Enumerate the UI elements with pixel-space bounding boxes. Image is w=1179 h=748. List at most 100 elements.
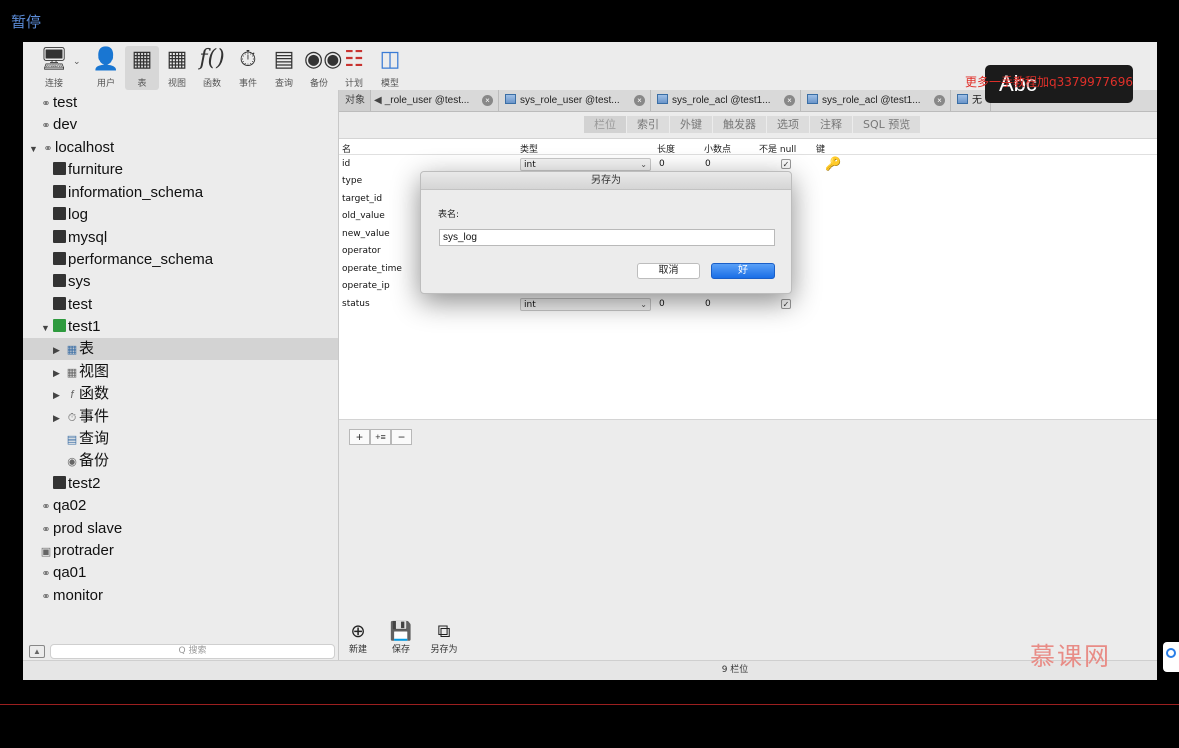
delete-field-button[interactable]: −	[391, 429, 412, 445]
close-tab-icon[interactable]: ×	[784, 95, 795, 106]
table-row[interactable]: status int ⌄ 0 0 ✓	[339, 296, 1157, 314]
tree-item-functions[interactable]: ▶ f 函数	[23, 383, 338, 405]
field-decimals[interactable]: 0	[705, 159, 711, 169]
tree-item-database[interactable]: log	[23, 204, 338, 226]
subtab-options[interactable]: 选项	[767, 116, 810, 133]
tree-item-connection[interactable]: ⚭ prod slave	[23, 518, 338, 540]
subtab-triggers[interactable]: 触发器	[713, 116, 767, 133]
disclosure-closed-icon[interactable]: ▶	[53, 407, 65, 429]
disclosure-closed-icon[interactable]: ▶	[53, 384, 65, 406]
tree-item-tables[interactable]: ▶ ▦ 表	[23, 338, 338, 360]
key-icon[interactable]: 🔑	[825, 157, 841, 172]
disclosure-open-icon[interactable]: ▼	[29, 138, 41, 160]
tree-item-connection[interactable]: ⚭ test	[23, 92, 338, 114]
field-type-select[interactable]: int ⌄	[520, 158, 651, 171]
subtab-fields[interactable]: 栏位	[584, 116, 627, 133]
tree-item-database[interactable]: ▼ test1	[23, 316, 338, 338]
column-header-not-null[interactable]: 不是 null	[759, 142, 796, 155]
tab-editor[interactable]: sys_role_acl @test1... ×	[801, 90, 951, 111]
tree-item-events[interactable]: ▶ ⏱ 事件	[23, 406, 338, 428]
field-length[interactable]: 0	[659, 159, 665, 169]
tab-objects[interactable]: 对象	[339, 90, 371, 111]
tree-item-connection[interactable]: ⚭ qa02	[23, 495, 338, 517]
ok-button[interactable]: 好	[711, 263, 775, 279]
field-name[interactable]: operator	[342, 246, 381, 256]
toolbar-query-button[interactable]: ▤ 查询	[267, 46, 301, 90]
disclosure-closed-icon[interactable]: ▶	[53, 339, 65, 361]
tree-item-backups[interactable]: ◉ 备份	[23, 450, 338, 472]
tree-item-connection[interactable]: ⚭ qa01	[23, 562, 338, 584]
toolbar-schedule-button[interactable]: ☷ 计划	[337, 46, 371, 90]
field-decimals[interactable]: 0	[705, 299, 711, 309]
toolbar-view-button[interactable]: ▦ 视图	[160, 46, 194, 90]
toolbar-connect-button[interactable]: 🖥 连接	[37, 46, 71, 90]
column-header-name[interactable]: 名	[342, 142, 351, 155]
disclosure-open-icon[interactable]: ▼	[41, 317, 53, 339]
tab-editor[interactable]: ◀ _role_user @test... ×	[371, 90, 499, 111]
not-null-checkbox[interactable]: ✓	[781, 299, 791, 309]
cancel-button[interactable]: 取消	[637, 263, 700, 279]
field-name[interactable]: operate_time	[342, 264, 402, 274]
field-length[interactable]: 0	[659, 299, 665, 309]
tree-item-connection[interactable]: ⚭ monitor	[23, 585, 338, 607]
tree-item-connection[interactable]: ▣ protrader	[23, 540, 338, 562]
field-name[interactable]: old_value	[342, 211, 385, 221]
tree-item-database[interactable]: sys	[23, 271, 338, 293]
tree-item-database[interactable]: performance_schema	[23, 249, 338, 271]
field-name[interactable]: type	[342, 176, 362, 186]
column-header-length[interactable]: 长度	[657, 142, 675, 155]
chevron-left-icon[interactable]: ◀	[374, 95, 382, 106]
field-name[interactable]: new_value	[342, 229, 390, 239]
column-header-key[interactable]: 键	[816, 142, 825, 155]
tree-item-connection[interactable]: ⚭ dev	[23, 114, 338, 136]
save-button[interactable]: 💾 保存	[381, 620, 421, 655]
tab-editor[interactable]: sys_role_user @test... ×	[499, 90, 651, 111]
toolbar-backup-button[interactable]: ◉◉ 备份	[302, 46, 342, 90]
brand-logo: 慕课网	[1030, 642, 1112, 671]
tree-item-queries[interactable]: ▤ 查询	[23, 428, 338, 450]
toolbar-user-button[interactable]: 👤 用户	[89, 46, 123, 90]
tree-item-database[interactable]: test2	[23, 473, 338, 495]
pause-label[interactable]: 暂停	[11, 11, 41, 32]
subtab-foreign-keys[interactable]: 外键	[670, 116, 713, 133]
column-header-type[interactable]: 类型	[520, 142, 538, 155]
tree-item-database[interactable]: mysql	[23, 227, 338, 249]
toolbar-event-button[interactable]: ⏱ 事件	[231, 46, 265, 90]
tree-item-database[interactable]: furniture	[23, 159, 338, 181]
tree-item-database[interactable]: test	[23, 294, 338, 316]
sidebar-search-input[interactable]: Q 搜索	[50, 644, 335, 659]
column-header-decimals[interactable]: 小数点	[704, 142, 731, 155]
toolbar-model-button[interactable]: ◫ 模型	[373, 46, 407, 90]
side-widget-button[interactable]	[1163, 642, 1179, 672]
subtab-comment[interactable]: 注释	[810, 116, 853, 133]
field-name[interactable]: target_id	[342, 194, 382, 204]
toolbar-table-button[interactable]: ▦ 表	[125, 46, 159, 90]
field-name[interactable]: operate_ip	[342, 281, 390, 291]
database-icon	[53, 252, 66, 265]
field-type-select[interactable]: int ⌄	[520, 298, 651, 311]
table-name-input[interactable]: sys_log	[439, 229, 775, 246]
insert-field-button[interactable]: +≡	[370, 429, 391, 445]
close-tab-icon[interactable]: ×	[634, 95, 645, 106]
subtab-indexes[interactable]: 索引	[627, 116, 670, 133]
new-button[interactable]: ⊕ 新建	[338, 620, 378, 655]
subtab-sql-preview[interactable]: SQL 预览	[853, 116, 922, 133]
tree-item-connection[interactable]: ▼ ⚭ localhost	[23, 137, 338, 159]
disclosure-closed-icon[interactable]: ▶	[53, 362, 65, 384]
chevron-down-icon[interactable]: ⌄	[73, 56, 81, 67]
field-name[interactable]: id	[342, 159, 350, 169]
tab-editor[interactable]: sys_role_acl @test1... ×	[651, 90, 801, 111]
sidebar-toggle-button[interactable]: ▲	[29, 645, 45, 658]
tree-item-views[interactable]: ▶ ▦ 视图	[23, 361, 338, 383]
add-field-button[interactable]: +	[349, 429, 370, 445]
tree-item-database[interactable]: information_schema	[23, 182, 338, 204]
view-icon: ▦	[66, 367, 78, 379]
not-null-checkbox[interactable]: ✓	[781, 159, 791, 169]
field-name[interactable]: status	[342, 299, 370, 309]
toolbar-function-button[interactable]: f() 函数	[195, 46, 229, 90]
save-as-button[interactable]: ⧉ 另存为	[424, 620, 464, 655]
close-tab-icon[interactable]: ×	[934, 95, 945, 106]
video-progress-bar[interactable]	[0, 704, 1179, 705]
close-tab-icon[interactable]: ×	[482, 95, 493, 106]
connection-icon: ⚭	[41, 591, 51, 603]
